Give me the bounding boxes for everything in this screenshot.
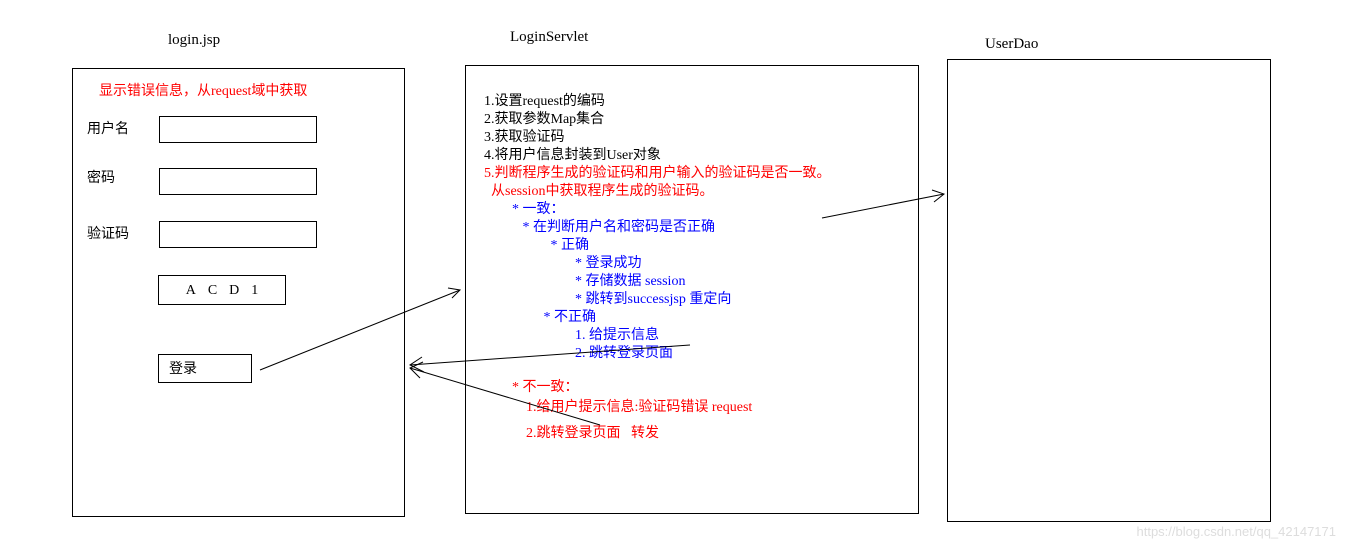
username-input[interactable] — [159, 116, 317, 143]
title-login: login.jsp — [168, 32, 220, 49]
servlet-incorrect-jump: 2. 跳转登录页面 — [484, 342, 673, 362]
password-input[interactable] — [159, 168, 317, 195]
servlet-step-3: 3.获取验证码 — [484, 126, 565, 146]
servlet-branch-correct: * 正确 — [484, 234, 589, 254]
servlet-login-success: * 登录成功 — [484, 252, 642, 272]
password-row: 密码 — [87, 163, 317, 195]
watermark-text: https://blog.csdn.net/qq_42147171 — [1137, 524, 1337, 539]
title-userdao: UserDao — [985, 36, 1038, 53]
captcha-input[interactable] — [159, 221, 317, 248]
servlet-branch-notmatch: * 不一致： — [484, 376, 579, 396]
login-button[interactable]: 登录 — [158, 354, 252, 383]
error-message-text: 显示错误信息，从request域中获取 — [99, 80, 307, 100]
servlet-step-5: 5.判断程序生成的验证码和用户输入的验证码是否一致。 — [484, 162, 831, 182]
servlet-incorrect-msg: 1. 给提示信息 — [484, 324, 659, 344]
captcha-image: ACD1 — [158, 275, 286, 305]
servlet-redirect: * 跳转到successjsp 重定向 — [484, 288, 731, 308]
servlet-check-userpass: * 在判断用户名和密码是否正确 — [484, 216, 715, 236]
servlet-branch-incorrect: * 不正确 — [484, 306, 596, 326]
captcha-label: 验证码 — [87, 223, 155, 243]
servlet-step-4: 4.将用户信息封装到User对象 — [484, 144, 661, 164]
password-label: 密码 — [87, 167, 155, 187]
captcha-row: 验证码 — [87, 221, 317, 248]
login-jsp-box: 显示错误信息，从request域中获取 用户名 密码 验证码 ACD1 登录 — [72, 68, 405, 517]
username-row: 用户名 — [87, 116, 317, 143]
servlet-store-session: * 存储数据 session — [484, 270, 685, 290]
servlet-step-5b: 从session中获取程序生成的验证码。 — [484, 180, 713, 200]
servlet-notmatch-forward: 2.跳转登录页面 转发 — [484, 422, 659, 442]
servlet-notmatch-msg: 1.给用户提示信息:验证码错误 request — [484, 396, 752, 416]
username-label: 用户名 — [87, 118, 155, 138]
login-servlet-box: 1.设置request的编码 2.获取参数Map集合 3.获取验证码 4.将用户… — [465, 65, 919, 514]
title-servlet: LoginServlet — [510, 29, 588, 46]
servlet-branch-match: * 一致： — [484, 198, 565, 218]
servlet-step-1: 1.设置request的编码 — [484, 90, 605, 110]
servlet-step-2: 2.获取参数Map集合 — [484, 108, 604, 128]
userdao-box — [947, 59, 1271, 522]
